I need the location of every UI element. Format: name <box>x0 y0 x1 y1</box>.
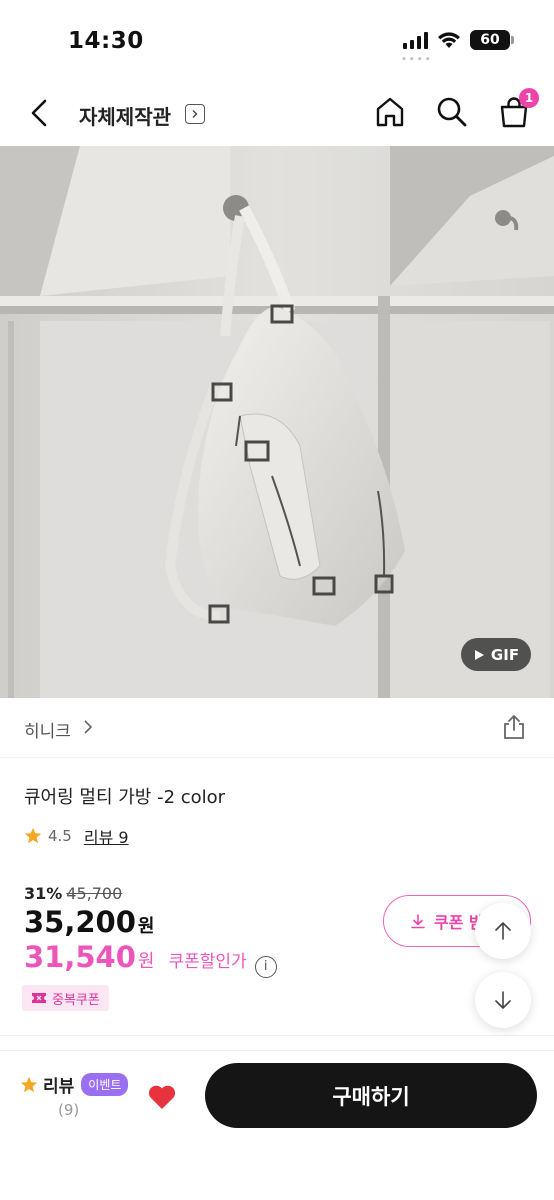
review-count: (9) <box>58 1101 80 1119</box>
brand-name[interactable]: 히니크 <box>24 717 71 742</box>
download-icon <box>411 914 425 929</box>
cellular-signal-icon <box>403 31 428 49</box>
search-icon[interactable] <box>434 94 470 130</box>
original-price: 45,700 <box>66 884 123 903</box>
scroll-up-button[interactable] <box>475 903 531 959</box>
discount-row: 31% 45,700 <box>24 884 122 903</box>
star-icon <box>20 1076 38 1092</box>
status-time: 14:30 <box>68 28 144 54</box>
info-icon[interactable]: i <box>254 955 277 978</box>
cart-count-badge: 1 <box>519 88 539 108</box>
share-icon[interactable] <box>500 713 528 741</box>
coupon-price: 31,540 <box>24 940 136 974</box>
cart-button[interactable]: 1 <box>496 88 539 130</box>
product-name: 큐어링 멀티 가방 -2 color <box>24 787 226 808</box>
product-image[interactable]: GIF <box>0 146 554 698</box>
divider <box>0 1035 554 1036</box>
star-icon <box>24 827 42 844</box>
sale-price: 35,200 <box>24 905 136 939</box>
review-tab[interactable]: 리뷰 이벤트 <box>20 1072 129 1097</box>
brand-row[interactable]: 히니크 <box>0 698 554 758</box>
event-badge: 이벤트 <box>81 1073 129 1096</box>
discount-rate: 31% <box>24 884 63 903</box>
rating-row: 4.5 리뷰 9 <box>24 824 129 848</box>
sale-price-row: 35,200 원 <box>24 905 154 939</box>
arrow-up-icon <box>495 922 511 940</box>
wifi-icon <box>438 32 460 48</box>
product-photo-illustration <box>0 146 554 698</box>
section-divider <box>0 757 554 758</box>
coupon-price-label: 쿠폰할인가 <box>168 952 247 972</box>
status-bar: 14:30 •••• 60 <box>0 0 554 80</box>
bottom-action-bar: 리뷰 이벤트 (9) 구매하기 <box>0 1050 554 1200</box>
chevron-right-icon[interactable] <box>185 104 205 124</box>
coupon-price-unit: 원 <box>137 951 155 972</box>
arrow-down-icon <box>495 991 511 1009</box>
status-icons: 60 <box>403 30 514 50</box>
play-icon <box>474 649 484 660</box>
rating-value: 4.5 <box>48 827 72 845</box>
review-tab-label: 리뷰 <box>43 1077 75 1097</box>
coupon-ticket-icon <box>32 993 46 1003</box>
stack-coupon-badge: 중복쿠폰 <box>22 985 109 1011</box>
chevron-right-icon <box>84 720 93 734</box>
dynamic-island-dots: •••• <box>401 54 433 65</box>
sale-price-unit: 원 <box>137 916 155 937</box>
scroll-down-button[interactable] <box>475 972 531 1028</box>
bottom-bar-border <box>0 1050 554 1051</box>
coupon-price-row: 31,540 원 쿠폰할인가 i <box>24 940 277 978</box>
top-navigation: 자체제작관 1 <box>0 80 554 146</box>
gif-label: GIF <box>490 645 520 664</box>
back-arrow-icon[interactable] <box>22 95 58 131</box>
review-link[interactable]: 리뷰 9 <box>84 824 129 848</box>
gif-badge[interactable]: GIF <box>461 638 531 671</box>
page-title[interactable]: 자체제작관 <box>79 101 171 130</box>
heart-icon[interactable] <box>146 1081 178 1113</box>
battery-icon: 60 <box>470 30 514 50</box>
stack-coupon-label: 중복쿠폰 <box>52 992 100 1008</box>
buy-button[interactable]: 구매하기 <box>205 1063 537 1128</box>
home-icon[interactable] <box>372 94 408 130</box>
